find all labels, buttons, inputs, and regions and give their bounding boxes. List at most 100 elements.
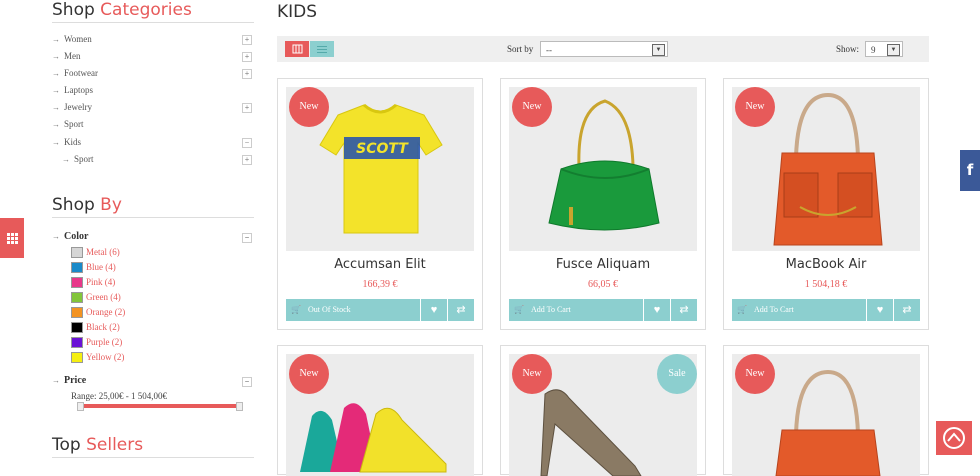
arrow-right-icon: →: [52, 120, 60, 130]
cta-label: Add To Cart: [531, 305, 571, 314]
product-image[interactable]: New: [732, 87, 920, 251]
compare-button[interactable]: ⇄: [894, 299, 920, 321]
product-card[interactable]: SCOTT New Accumsan Elit 166,39 € 🛒 Out O…: [277, 78, 483, 330]
collapse-toggle[interactable]: −: [242, 376, 252, 387]
shuffle-icon: ⇄: [902, 304, 912, 316]
product-actions: 🛒 Add To Cart ♥ ⇄: [509, 299, 697, 321]
color-filter-orange[interactable]: Orange (2): [52, 305, 254, 320]
expand-toggle[interactable]: +: [242, 154, 252, 165]
compare-button[interactable]: ⇄: [448, 299, 474, 321]
arrow-right-icon: →: [52, 69, 60, 79]
category-item[interactable]: → Footwear +: [52, 65, 254, 82]
product-image[interactable]: New: [732, 354, 920, 476]
arrow-right-icon: →: [52, 231, 60, 241]
out-of-stock-button[interactable]: 🛒 Out Of Stock: [286, 299, 420, 321]
color-swatch[interactable]: [71, 276, 83, 288]
category-item[interactable]: → Kids −: [52, 134, 254, 151]
color-swatch[interactable]: [71, 321, 83, 333]
color-swatch[interactable]: [71, 261, 83, 273]
arrow-right-icon: →: [52, 137, 60, 147]
expand-toggle[interactable]: +: [242, 69, 252, 80]
facebook-tab[interactable]: f: [960, 150, 980, 191]
product-card[interactable]: New Sale: [500, 345, 706, 476]
category-item[interactable]: → Sport: [52, 116, 254, 133]
compare-button[interactable]: ⇄: [671, 299, 697, 321]
color-swatch[interactable]: [71, 336, 83, 348]
subcategory-item[interactable]: → Sport +: [52, 151, 254, 168]
cart-icon: 🛒: [291, 305, 301, 314]
product-image[interactable]: SCOTT New: [286, 87, 474, 251]
price-range-text: Range: 25,00€ - 1 504,00€: [71, 390, 167, 401]
expand-toggle[interactable]: +: [242, 35, 252, 45]
categories-heading: Shop Categories: [52, 0, 254, 23]
color-filter-black[interactable]: Black (2): [52, 320, 254, 335]
top-sellers-heading: Top Sellers: [52, 435, 254, 458]
product-name[interactable]: MacBook Air: [724, 257, 928, 272]
cart-icon: 🛒: [514, 305, 524, 314]
wishlist-button[interactable]: ♥: [421, 299, 447, 321]
color-facet-title[interactable]: → Color −: [52, 229, 254, 245]
color-filter-metal[interactable]: Metal (6): [52, 245, 254, 260]
grid-view-button[interactable]: [285, 41, 309, 57]
show-count-select[interactable]: 9 ▼: [865, 41, 903, 57]
product-name[interactable]: Accumsan Elit: [278, 257, 482, 272]
color-filter-green[interactable]: Green (4): [52, 290, 254, 305]
sidebar: Shop Categories → Women + → Men + → Footwear +…: [52, 0, 254, 458]
grid-menu-tab[interactable]: [0, 218, 24, 258]
category-item[interactable]: → Women +: [52, 31, 254, 48]
product-card[interactable]: New Fusce Aliquam 66,05 € 🛒 Add To Cart …: [500, 78, 706, 330]
new-badge: New: [512, 87, 552, 127]
product-card[interactable]: New: [723, 345, 929, 476]
heart-icon: ♥: [876, 304, 884, 316]
svg-text:SCOTT: SCOTT: [356, 141, 409, 157]
new-badge: New: [289, 354, 329, 394]
color-filter-pink[interactable]: Pink (4): [52, 275, 254, 290]
shop-by-heading: Shop By: [52, 195, 254, 218]
color-swatch[interactable]: [71, 246, 83, 258]
show-count-value: 9: [871, 45, 876, 55]
product-actions: 🛒 Add To Cart ♥ ⇄: [732, 299, 920, 321]
price-range-slider[interactable]: [77, 401, 243, 411]
product-price: 66,05 €: [588, 279, 618, 290]
price-slider-min-handle[interactable]: [77, 401, 84, 411]
color-filter-yellow[interactable]: Yellow (2): [52, 350, 254, 365]
wishlist-button[interactable]: ♥: [867, 299, 893, 321]
price-slider-max-handle[interactable]: [236, 401, 243, 411]
heart-icon: ♥: [430, 304, 438, 316]
arrow-right-icon: →: [62, 154, 70, 164]
category-item[interactable]: → Laptops: [52, 82, 254, 99]
color-swatch[interactable]: [71, 291, 83, 303]
sale-badge: Sale: [657, 354, 697, 394]
back-to-top-button[interactable]: [936, 421, 972, 455]
category-item[interactable]: → Jewelry +: [52, 99, 254, 116]
product-name[interactable]: Fusce Aliquam: [501, 257, 705, 272]
collapse-toggle[interactable]: −: [242, 232, 252, 243]
grid-view-icon: [292, 44, 303, 54]
color-filter-blue[interactable]: Blue (4): [52, 260, 254, 275]
product-image[interactable]: New: [509, 87, 697, 251]
arrow-right-icon: →: [52, 52, 60, 62]
color-swatch[interactable]: [71, 306, 83, 318]
product-card[interactable]: New: [277, 345, 483, 476]
sort-by-select[interactable]: -- ▼: [540, 41, 668, 57]
list-view-button[interactable]: [310, 41, 334, 57]
expand-toggle[interactable]: +: [242, 52, 252, 63]
category-item[interactable]: → Men +: [52, 48, 254, 65]
add-to-cart-button[interactable]: 🛒 Add To Cart: [732, 299, 866, 321]
color-filter-purple[interactable]: Purple (2): [52, 335, 254, 350]
price-facet-title[interactable]: → Price −: [52, 373, 254, 389]
product-image[interactable]: New: [286, 354, 474, 476]
collapse-toggle[interactable]: −: [242, 137, 252, 148]
dropdown-arrow-icon: ▼: [652, 44, 665, 56]
product-card[interactable]: New MacBook Air 1 504,18 € 🛒 Add To Cart…: [723, 78, 929, 330]
product-actions: 🛒 Out Of Stock ♥ ⇄: [286, 299, 474, 321]
color-swatch[interactable]: [71, 351, 83, 363]
wishlist-button[interactable]: ♥: [644, 299, 670, 321]
expand-toggle[interactable]: +: [242, 103, 252, 114]
add-to-cart-button[interactable]: 🛒 Add To Cart: [509, 299, 643, 321]
arrow-right-icon: →: [52, 35, 60, 44]
product-image[interactable]: New Sale: [509, 354, 697, 476]
shuffle-icon: ⇄: [679, 304, 689, 316]
new-badge: New: [735, 87, 775, 127]
arrow-right-icon: →: [52, 375, 60, 385]
